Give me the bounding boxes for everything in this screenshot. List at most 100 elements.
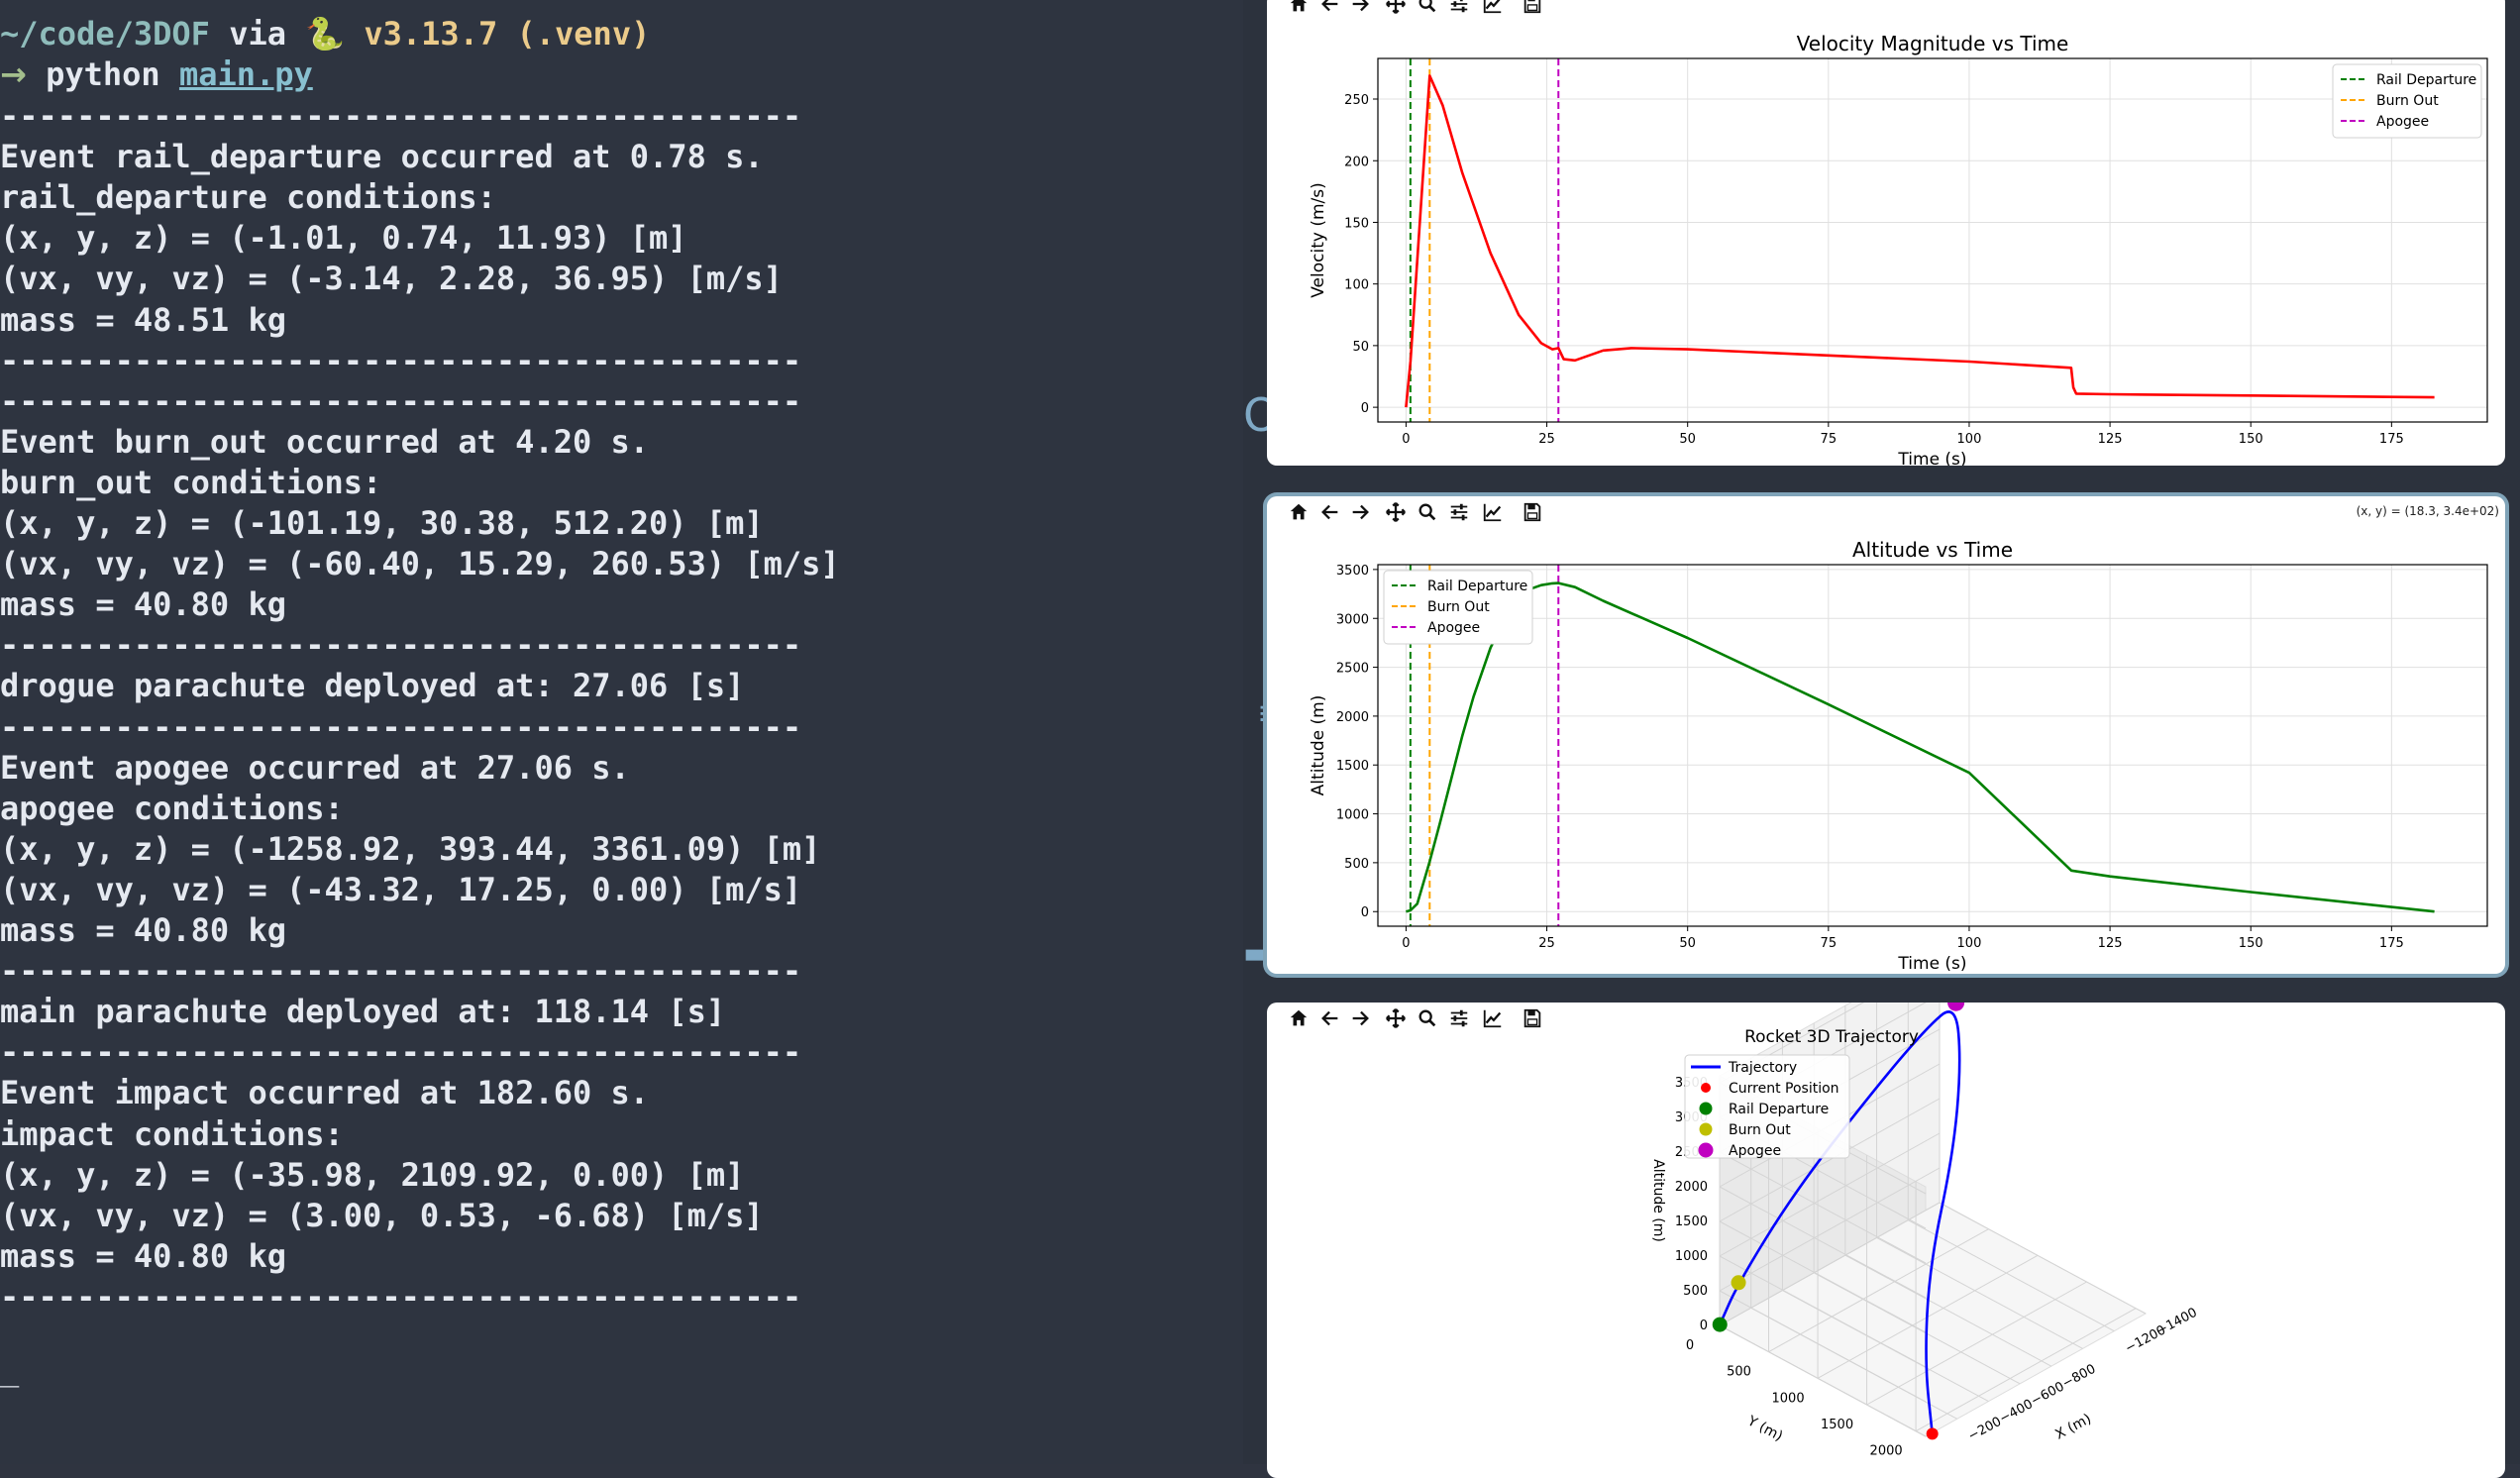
chart-title: Altitude vs Time [1852,538,2013,562]
output-line: Event burn_out occurred at 4.20 s. [0,422,650,461]
output-line: main parachute deployed at: 118.14 [s] [0,993,726,1031]
y-tick-label: 0 [1361,401,1369,416]
chart-title: Velocity Magnitude vs Time [1797,32,2069,55]
x-axis-label: Time (s) [1897,954,1966,974]
x-tick-label: 100 [1957,432,1982,447]
x-tick-label: 150 [2239,936,2263,951]
x-tick-label: 175 [2379,432,2404,447]
y-tick-label: 250 [1344,93,1369,108]
prompt-via: via [209,15,306,53]
y-tick-label: 3000 [1336,612,1369,627]
trajectory-3d-chart[interactable]: 0500100015002000250030003500050010001500… [1267,1003,2505,1478]
output-line: drogue parachute deployed at: 27.06 [s] [0,667,745,705]
separator-line: ----------------------------------------… [0,1277,802,1316]
legend-label: Apogee [2376,114,2429,130]
legend-label: Apogee [1427,620,1480,636]
legend-label: Apogee [1729,1143,1781,1159]
chart-title: Rocket 3D Trajectory [1744,1027,1919,1047]
legend: Rail Departure Burn Out Apogee [2332,63,2482,139]
command-text: python [26,55,179,93]
x-tick-label: 125 [2098,936,2123,951]
output-line: mass = 40.80 kg [0,1236,286,1275]
trajectory-figure-window[interactable]: 0500100015002000250030003500050010001500… [1267,1003,2505,1478]
z-axis-label: Altitude (m) [1650,1159,1666,1242]
y-tick-label: 3500 [1336,564,1369,579]
terminal-window[interactable]: ~/code/3DOF via 🐍 v3.13.7 (.venv) → pyth… [0,0,1243,1464]
z-tick-label: 1500 [1675,1214,1708,1229]
y-tick-label: 0 [1686,1338,1694,1353]
script-link[interactable]: main.py [179,55,313,93]
plot-frame [1377,57,2488,423]
y-tick-label: 100 [1344,278,1369,293]
altitude-chart[interactable]: 0 25 50 75 100 125 150 175 0 500 1000 1500 2000 2500 3… [1267,496,2505,974]
y-tick-label: 2000 [1870,1444,1903,1459]
output-line: mass = 40.80 kg [0,911,286,949]
separator-line: ----------------------------------------… [0,626,802,665]
output-line: burn_out conditions: [0,463,382,501]
legend-label: Rail Departure [2376,72,2476,88]
legend-label: Burn Out [1427,599,1490,615]
separator-line: ----------------------------------------… [0,381,802,420]
velocity-chart[interactable]: 0 25 50 75 100 125 150 175 0 50 100 150 200 250 Veloci… [1267,0,2505,466]
y-axis-label: Altitude (m) [1309,695,1328,796]
separator-line: ----------------------------------------… [0,1033,802,1072]
y-tick-label: 1500 [1821,1418,1853,1432]
y-tick-label: 1500 [1336,759,1369,774]
separator-line: ----------------------------------------… [0,341,802,379]
marker-rail-departure [1712,1317,1728,1332]
legend-swatch [1699,1102,1713,1115]
output-line: (x, y, z) = (-101.19, 30.38, 512.20) [m] [0,504,764,542]
x-tick-label: 100 [1957,936,1982,951]
z-tick-label: 0 [1700,1319,1708,1333]
legend: Rail Departure Burn Out Apogee [1383,570,1533,645]
output-line: apogee conditions: [0,789,344,827]
prompt-arrow-icon: → [0,55,27,93]
x-tick-label: 75 [1821,432,1838,447]
output-line: (vx, vy, vz) = (-60.40, 15.29, 260.53) [… [0,545,840,583]
output-line: Event apogee occurred at 27.06 s. [0,748,630,787]
output-line: Event rail_departure occurred at 0.78 s. [0,138,764,176]
python-version: v3.13.7 (.venv) [364,15,651,53]
legend-label: Burn Out [2376,93,2439,109]
z-tick-label: 1000 [1675,1249,1708,1264]
output-line: mass = 40.80 kg [0,585,286,624]
x-tick-label: 50 [1679,936,1696,951]
output-line: (vx, vy, vz) = (-3.14, 2.28, 36.95) [m/s… [0,260,783,298]
z-tick-label: 500 [1683,1284,1708,1299]
y-tick-label: 2000 [1336,710,1369,725]
y-tick-label: 200 [1344,155,1369,169]
x-tick-label: 25 [1538,432,1555,447]
altitude-figure-window[interactable]: (x, y) = (18.3, 3.4e+02) 0 25 50 75 100 125 15… [1267,496,2505,974]
legend-label: Current Position [1729,1081,1839,1097]
x-axis-label: X (m) [2052,1411,2094,1442]
output-line: Event impact occurred at 182.60 s. [0,1074,650,1112]
x-tick-label: 0 [1402,936,1410,951]
x-tick-label: 125 [2098,432,2123,447]
legend-swatch [1698,1142,1714,1158]
output-line: (x, y, z) = (-35.98, 2109.92, 0.00) [m] [0,1155,745,1194]
output-line: mass = 48.51 kg [0,300,286,339]
output-line: (x, y, z) = (-1.01, 0.74, 11.93) [m] [0,219,687,258]
x-tick-label: 150 [2239,432,2263,447]
x-tick-label: 25 [1538,936,1555,951]
x-tick-label: −600 [2029,1379,2067,1409]
marker-current-position [1926,1427,1939,1440]
y-tick-label: 50 [1352,340,1369,355]
separator-line: ----------------------------------------… [0,707,802,746]
output-line: rail_departure conditions: [0,178,496,217]
velocity-figure-window[interactable]: 0 25 50 75 100 125 150 175 0 50 100 150 200 250 Veloci… [1267,0,2505,466]
prompt-line: ~/code/3DOF via 🐍 v3.13.7 (.venv) [0,14,650,54]
x-axis-label: Time (s) [1897,450,1966,466]
separator-line: ----------------------------------------… [0,952,802,991]
output-line: (vx, vy, vz) = (3.00, 0.53, -6.68) [m/s] [0,1196,764,1234]
cwd-path: ~/code/3DOF [0,15,210,53]
python-icon: 🐍 [305,15,346,53]
x-tick-label: 0 [1402,432,1410,447]
y-tick-label: 1000 [1772,1391,1805,1406]
x-tick-label: 75 [1821,936,1838,951]
legend-label: Trajectory [1728,1060,1797,1076]
data-series-line [1405,74,2435,408]
x-tick-label: 50 [1679,432,1696,447]
y-axis-label: Velocity (m/s) [1309,182,1328,298]
command-line: → python main.py [0,54,313,95]
